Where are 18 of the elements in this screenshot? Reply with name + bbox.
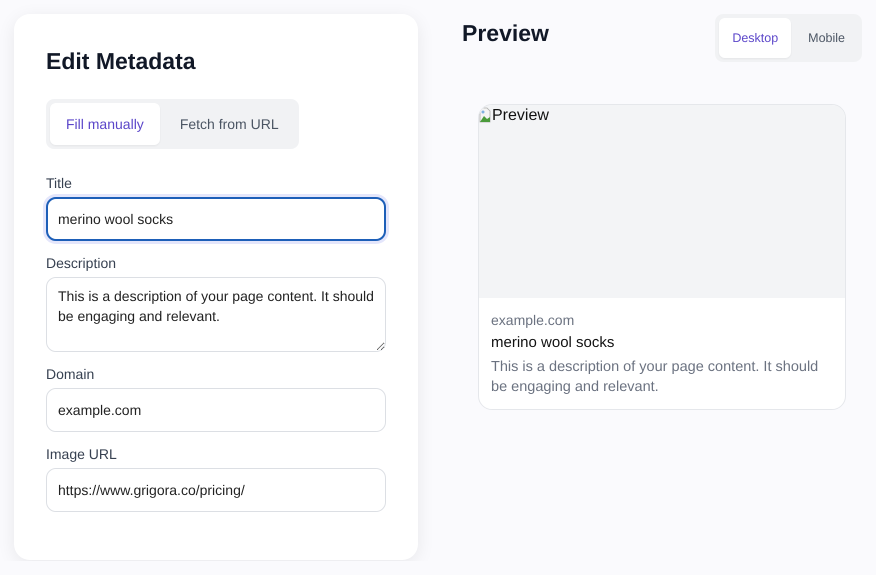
mode-tab[interactable]: Fill manually (50, 103, 160, 145)
input-field[interactable]: https://www.grigora.co/pricing/ (46, 468, 386, 512)
description-field[interactable]: This is a description of your page content. It should be engaging and relevant. (46, 277, 386, 352)
field-label: Domain (46, 366, 96, 382)
device-tab[interactable]: Mobile (795, 18, 858, 58)
preview-description: This is a description of your page content. It should be engaging and relevant. (491, 358, 820, 397)
mode-tab[interactable]: Fetch from URL (164, 103, 295, 145)
preview-heading: Preview (462, 20, 549, 47)
editor-heading: Edit Metadata (46, 48, 197, 75)
field-label: Image URL (46, 446, 118, 462)
input-field[interactable]: example.com (46, 388, 386, 432)
field-label: Description (46, 255, 118, 271)
image-alt-text: Preview (492, 107, 549, 125)
input-field[interactable]: merino wool socks (46, 197, 386, 241)
device-tab[interactable]: Desktop (719, 18, 792, 58)
preview-domain: example.com (491, 312, 576, 328)
field-label: Title (46, 175, 73, 191)
preview-title: merino wool socks (491, 334, 616, 351)
